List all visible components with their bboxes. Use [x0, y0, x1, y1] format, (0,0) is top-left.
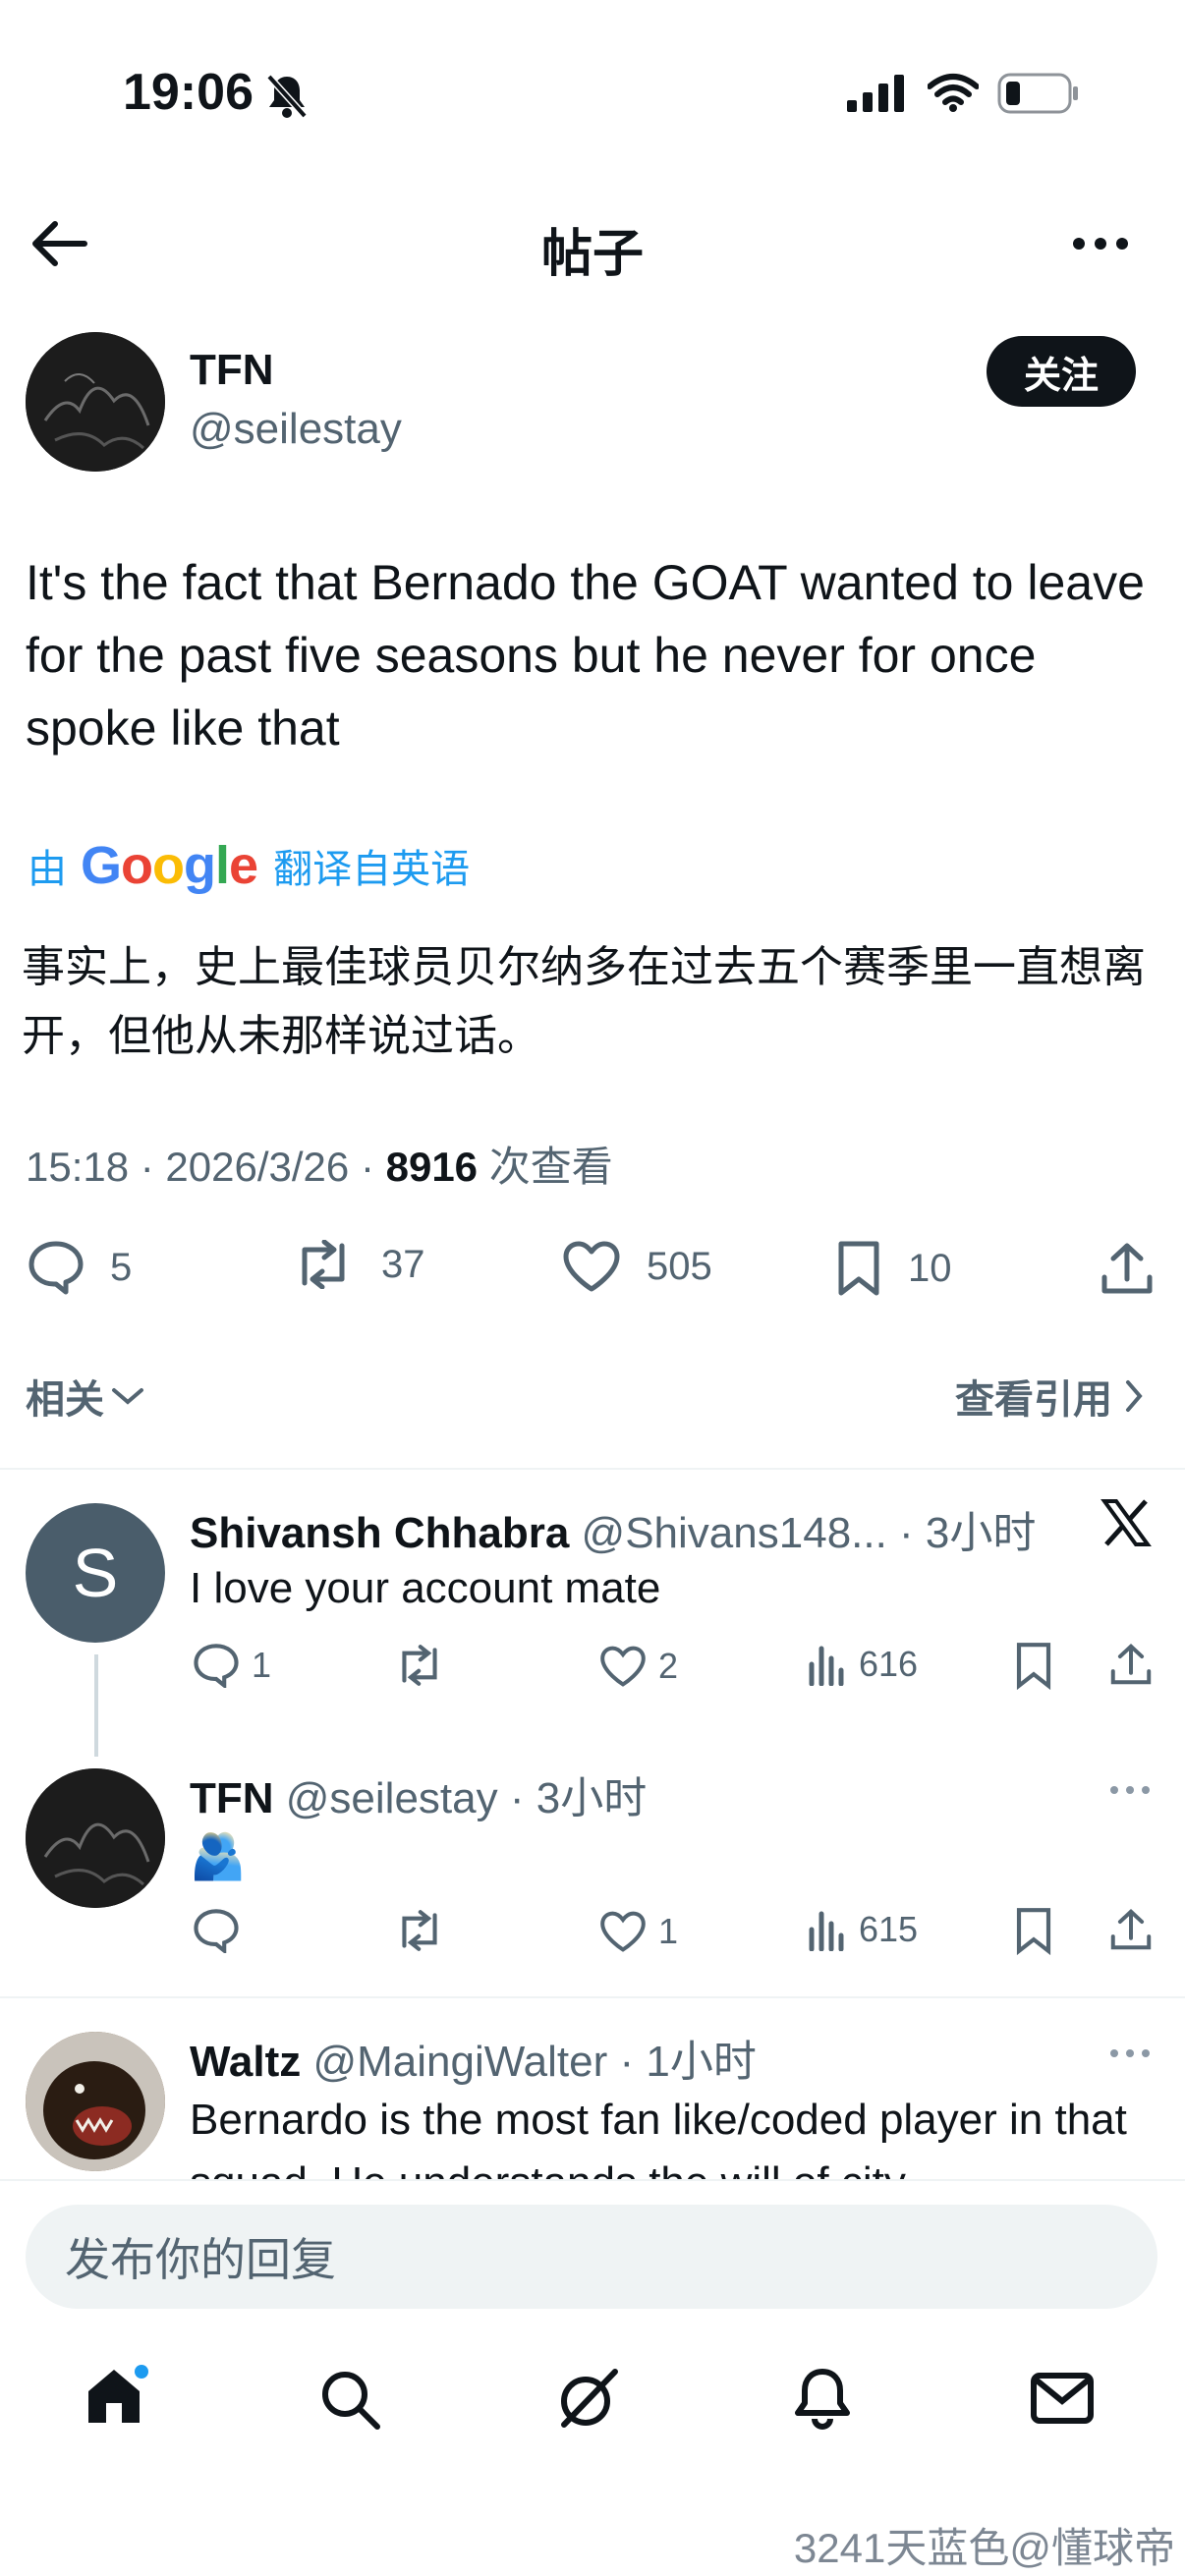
- battery-icon: [997, 73, 1080, 114]
- grok-tab-icon[interactable]: [556, 2368, 619, 2431]
- reply-header[interactable]: Shivansh Chhabra @Shivans148... · 3小时: [190, 1497, 1036, 1560]
- reply-author-name: Shivansh Chhabra: [190, 1509, 570, 1557]
- view-quotes-label: 查看引用: [955, 1378, 1112, 1422]
- reply-reply-button[interactable]: [193, 1908, 252, 1953]
- reply-reply-button[interactable]: 1: [193, 1643, 271, 1688]
- reply-like-count: 1: [658, 1911, 679, 1951]
- watermark: 3241天蓝色@懂球帝: [793, 2525, 1175, 2571]
- translated-text: 事实上，史上最佳球员贝尔纳多在过去五个赛季里一直想离开，但他从未那样说过话。: [22, 943, 1146, 1060]
- reply-avatar[interactable]: S: [26, 1503, 165, 1643]
- view-quotes-link[interactable]: 查看引用: [955, 1368, 1146, 1425]
- reply-author-handle: @Shivans148... · 3小时: [581, 1509, 1037, 1557]
- bookmark-button[interactable]: 10: [835, 1240, 952, 1297]
- reply-author-handle: @MaingiWalter · 1小时: [312, 2038, 757, 2086]
- reply-views[interactable]: 616: [808, 1643, 918, 1686]
- reply-button[interactable]: 5: [28, 1240, 132, 1295]
- reply-repost-button[interactable]: [393, 1645, 458, 1686]
- repost-count: 37: [381, 1242, 425, 1286]
- divider: [0, 2179, 1185, 2181]
- share-icon[interactable]: [1099, 1240, 1156, 1297]
- reply-like-button[interactable]: 1: [599, 1910, 678, 1953]
- reply-repost-button[interactable]: [393, 1910, 458, 1951]
- wifi-icon: [928, 73, 979, 112]
- reply-view-count: 615: [859, 1909, 919, 1949]
- thread-line: [94, 1654, 98, 1757]
- views-chart-icon: [809, 1911, 844, 1951]
- repost-icon: [402, 1910, 437, 1951]
- heart-icon: [600, 1911, 646, 1952]
- related-label: 相关: [26, 1378, 104, 1422]
- repost-icon: [302, 1240, 345, 1289]
- post-time: 15:18 · 2026/3/26 ·: [26, 1144, 386, 1190]
- messages-tab-icon[interactable]: [1030, 2372, 1095, 2425]
- more-options-icon[interactable]: [1108, 2047, 1152, 2059]
- google-logo: Google: [81, 836, 258, 895]
- reply-like-button[interactable]: 2: [599, 1645, 678, 1688]
- share-icon[interactable]: [1108, 1641, 1154, 1688]
- repost-icon: [402, 1645, 437, 1686]
- more-options-icon[interactable]: [1108, 1784, 1152, 1796]
- follow-button[interactable]: 关注: [987, 336, 1136, 407]
- repost-button[interactable]: 37: [291, 1240, 425, 1289]
- chevron-right-icon: [1126, 1380, 1143, 1412]
- reply-text: Bernardo is the most fan like/coded play…: [190, 2096, 1127, 2179]
- reply-item-clipped: Waltz @MaingiWalter · 1小时 Bernardo is th…: [0, 2004, 1185, 2179]
- like-count: 505: [647, 1244, 712, 1288]
- heart-icon: [600, 1646, 646, 1687]
- reply-header[interactable]: Waltz @MaingiWalter · 1小时: [190, 2026, 757, 2089]
- like-button[interactable]: 505: [562, 1240, 712, 1293]
- reply-avatar[interactable]: [26, 1768, 165, 1908]
- translate-link[interactable]: 由 Google 翻译自英语: [28, 835, 470, 896]
- bookmark-icon[interactable]: [1014, 1641, 1053, 1690]
- bookmark-icon[interactable]: [1014, 1906, 1053, 1955]
- divider: [0, 1996, 1185, 1998]
- author-avatar[interactable]: [26, 332, 165, 472]
- reply-author-handle: @seilestay · 3小时: [285, 1774, 648, 1822]
- translate-label: 翻译自英语: [273, 848, 471, 891]
- reply-icon: [28, 1241, 84, 1295]
- chevron-down-icon: [112, 1388, 143, 1405]
- cellular-signal-icon: [847, 75, 908, 112]
- divider: [0, 1468, 1185, 1470]
- reply-view-count: 616: [859, 1644, 919, 1684]
- reply-author-name: TFN: [190, 1774, 274, 1822]
- author-handle[interactable]: @seilestay: [190, 405, 402, 454]
- status-time: 19:06: [123, 64, 254, 121]
- reply-header[interactable]: TFN @seilestay · 3小时: [190, 1763, 647, 1825]
- views-label: 次查看: [478, 1144, 613, 1190]
- post-text: It's the fact that Bernado the GOAT want…: [26, 555, 1145, 756]
- view-count: 8916: [385, 1144, 479, 1190]
- reply-count: 5: [110, 1245, 133, 1289]
- reply-text: I love your account mate: [190, 1564, 661, 1612]
- translate-by: 由: [28, 848, 67, 891]
- bookmark-count: 10: [908, 1246, 952, 1290]
- bell-muted-icon: [265, 73, 309, 120]
- notifications-tab-icon[interactable]: [792, 2366, 853, 2431]
- related-dropdown[interactable]: 相关: [26, 1368, 145, 1425]
- reply-composer-input[interactable]: 发布你的回复: [26, 2205, 1157, 2309]
- reply-like-count: 2: [658, 1646, 679, 1686]
- reply-icon: [194, 1644, 239, 1688]
- page-title: 帖子: [540, 226, 644, 283]
- home-tab-icon[interactable]: [85, 2364, 149, 2427]
- author-name[interactable]: TFN: [190, 346, 274, 395]
- reply-avatar[interactable]: [26, 2032, 165, 2171]
- more-options-icon[interactable]: [1071, 236, 1130, 252]
- x-logo-icon: [1100, 1497, 1152, 1548]
- bookmark-icon: [838, 1241, 879, 1296]
- post-meta: 15:18 · 2026/3/26 · 8916 次查看: [26, 1134, 613, 1194]
- reply-reply-count: 1: [252, 1645, 272, 1685]
- search-tab-icon[interactable]: [318, 2368, 381, 2431]
- reply-text: 🫂: [190, 1830, 247, 1881]
- heart-icon: [563, 1241, 620, 1292]
- reply-author-name: Waltz: [190, 2038, 302, 2086]
- share-icon[interactable]: [1108, 1906, 1154, 1953]
- reply-views[interactable]: 615: [808, 1908, 918, 1951]
- views-chart-icon: [809, 1646, 844, 1686]
- reply-icon: [194, 1909, 239, 1953]
